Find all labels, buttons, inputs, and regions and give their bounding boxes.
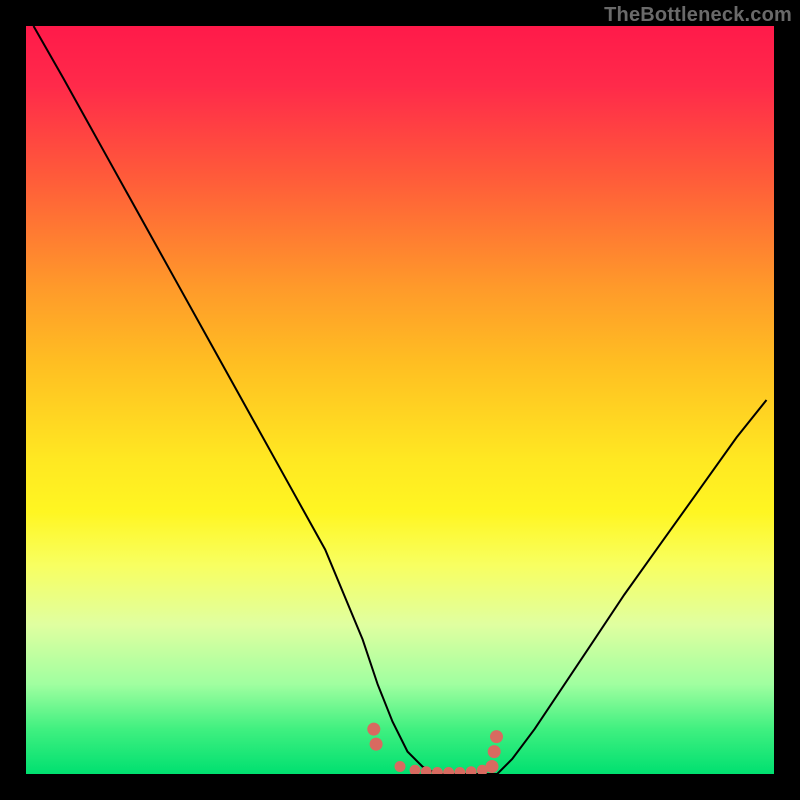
marker-point [368, 723, 380, 735]
sweet-spot-markers [368, 723, 503, 774]
marker-point [455, 768, 465, 775]
marker-point [395, 762, 405, 772]
marker-point [491, 731, 503, 743]
marker-point [466, 767, 476, 774]
curve-svg [26, 26, 774, 774]
marker-point [432, 768, 442, 775]
marker-point [486, 761, 498, 773]
marker-point [444, 768, 454, 775]
marker-point [370, 738, 382, 750]
bottleneck-curve [34, 26, 767, 774]
watermark-text: TheBottleneck.com [604, 4, 792, 27]
plot-area [26, 26, 774, 774]
chart-container: TheBottleneck.com [0, 0, 800, 800]
marker-point [410, 765, 420, 774]
marker-point [488, 746, 500, 758]
marker-point [421, 767, 431, 774]
